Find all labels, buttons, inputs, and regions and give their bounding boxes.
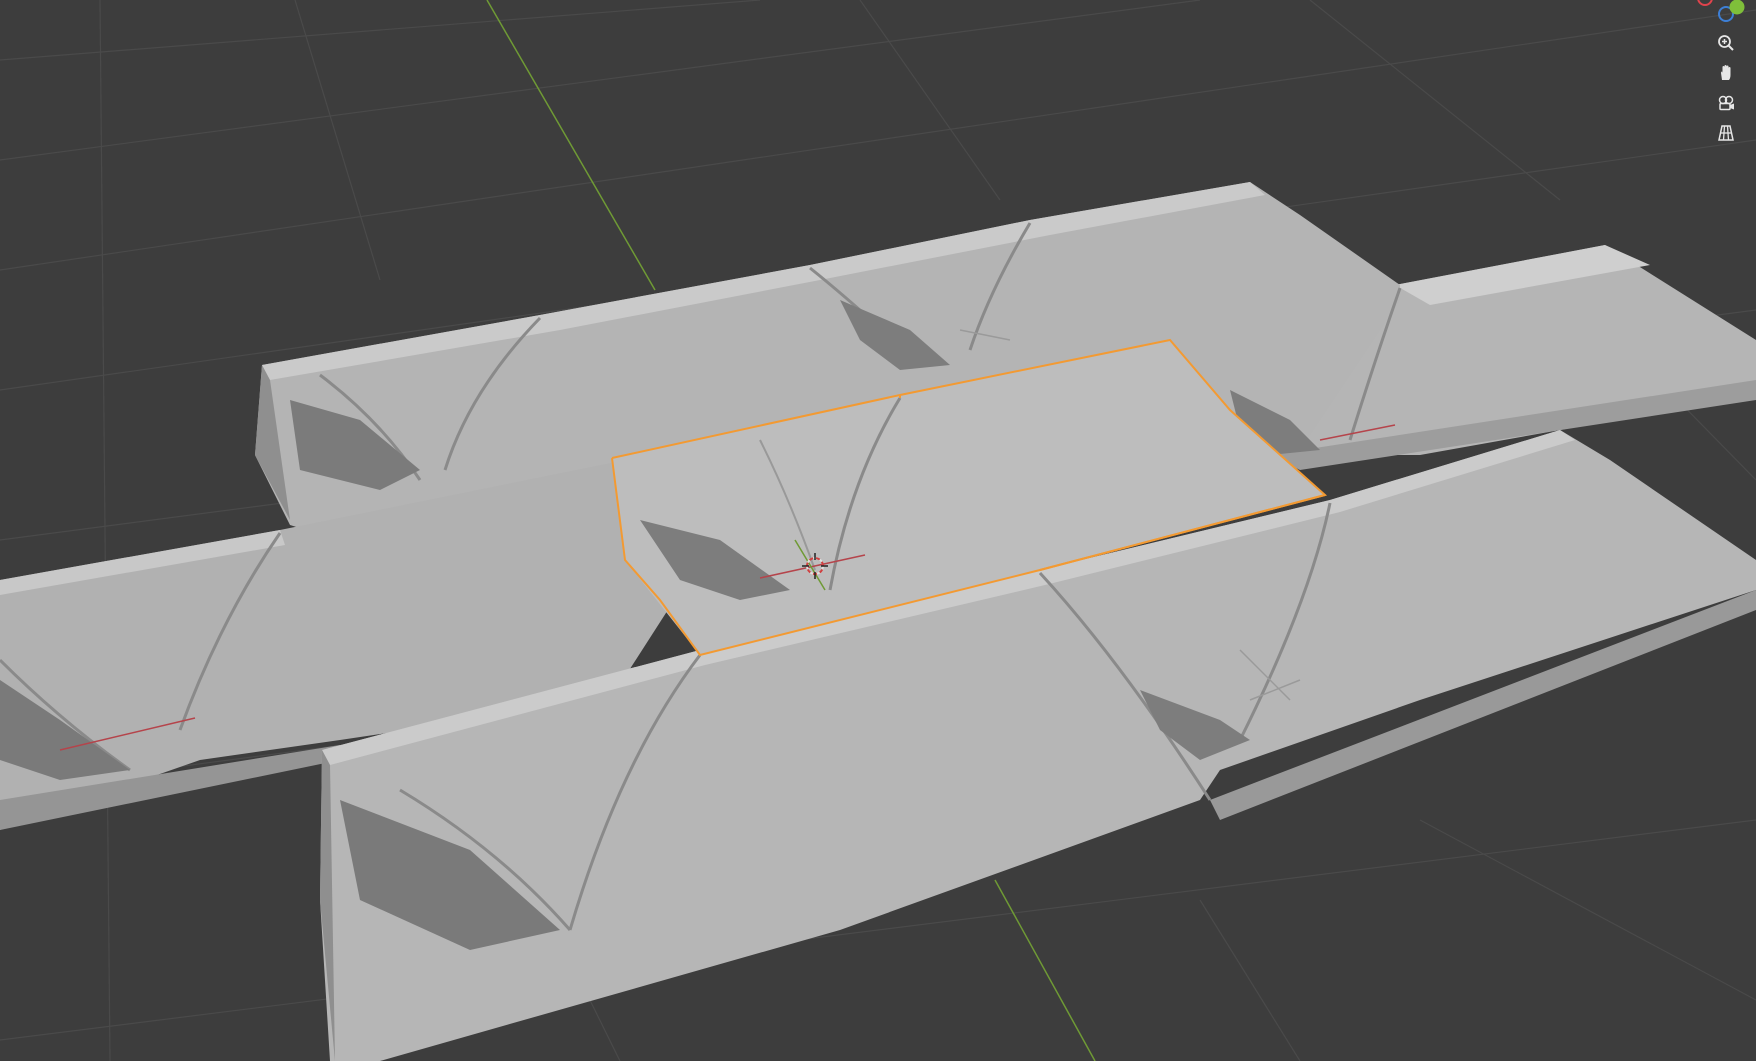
perspective-toggle-button[interactable] [1713,120,1739,146]
hand-icon [1721,65,1731,80]
zoom-button[interactable] [1713,30,1739,56]
gizmo-x-axis[interactable] [1697,0,1713,6]
zoom-icon [1718,35,1734,51]
gizmo-y-axis[interactable] [1729,0,1745,15]
y-axis-line-lower [994,879,1096,1061]
camera-icon [1718,95,1734,111]
viewport-scene[interactable] [0,0,1756,1061]
grid-perspective-icon [1718,125,1734,141]
navigation-gizmo[interactable] [1636,0,1756,28]
camera-view-button[interactable] [1713,90,1739,116]
pan-button[interactable] [1713,60,1739,86]
3d-viewport[interactable] [0,0,1756,1061]
y-axis-line [486,0,656,291]
